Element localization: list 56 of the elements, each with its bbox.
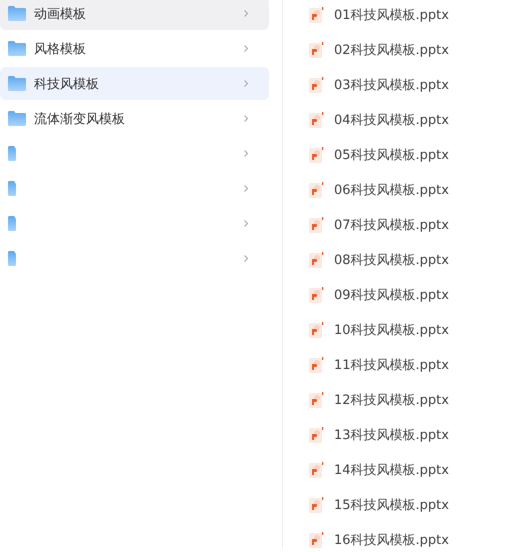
folder-icon [8,111,26,126]
file-name[interactable]: 14科技风模板.pptx [334,460,449,478]
chevron-icon [244,185,248,192]
file-name[interactable]: 15科技风模板.pptx [334,496,449,514]
chevron-icon [244,220,248,227]
file-name[interactable]: 04科技风模板.pptx [334,110,449,128]
presentation-file-icon [309,146,324,162]
presentation-file-icon [309,182,324,198]
file-name[interactable]: 11科技风模板.pptx [334,356,449,374]
file-name[interactable]: 09科技风模板.pptx [334,286,449,304]
folder-item[interactable]: 科技风模板 [0,67,269,100]
presentation-file-icon [309,42,324,58]
file-name[interactable]: 02科技风模板.pptx [334,40,449,58]
presentation-file-icon [309,112,324,128]
folder-name: 动画模板 [34,6,87,22]
file-name[interactable]: 08科技风模板.pptx [334,250,449,268]
folder-name: 流体渐变风模板 [34,110,126,128]
presentation-file-icon [309,356,324,372]
file-name[interactable]: 12科技风模板.pptx [334,390,449,408]
chevron-icon [244,150,248,157]
file-name[interactable]: 10科技风模板.pptx [334,320,449,338]
folder-icon [8,216,16,231]
file-name[interactable]: 07科技风模板.pptx [334,216,449,234]
folder-name: 科技风模板 [34,76,100,92]
presentation-file-icon [309,426,324,442]
presentation-file-icon [309,392,324,408]
folder-icon [8,41,26,56]
presentation-file-icon [309,6,324,22]
folder-item[interactable]: 流体渐变风模板 [0,102,269,135]
chevron-icon [244,115,248,122]
folder-name: 风格模板 [34,40,87,58]
presentation-file-icon [309,252,324,268]
chevron-icon [244,255,248,262]
presentation-file-icon [309,496,324,512]
file-name[interactable]: 06科技风模板.pptx [334,180,449,198]
chevron-icon [244,45,248,52]
presentation-file-icon [309,286,324,302]
folder-icon [8,76,26,91]
presentation-file-icon [309,76,324,92]
file-name[interactable]: 16科技风模板.pptx [334,530,449,548]
chevron-icon [244,80,248,87]
file-name[interactable]: 13科技风模板.pptx [334,426,449,444]
folder-item[interactable]: 风格模板 [0,32,269,65]
presentation-file-icon [309,322,324,338]
presentation-file-icon [309,532,324,548]
presentation-file-icon [309,462,324,478]
presentation-file-icon [309,216,324,232]
folder-icon [8,146,16,161]
folder-item[interactable]: 动画模板 [0,0,269,30]
file-name[interactable]: 03科技风模板.pptx [334,76,449,94]
file-name[interactable]: 05科技风模板.pptx [334,146,449,164]
folder-icon [8,6,26,21]
folder-icon [8,181,16,196]
file-name[interactable]: 01科技风模板.pptx [334,6,449,24]
folder-icon [8,251,16,266]
chevron-icon [244,10,248,17]
